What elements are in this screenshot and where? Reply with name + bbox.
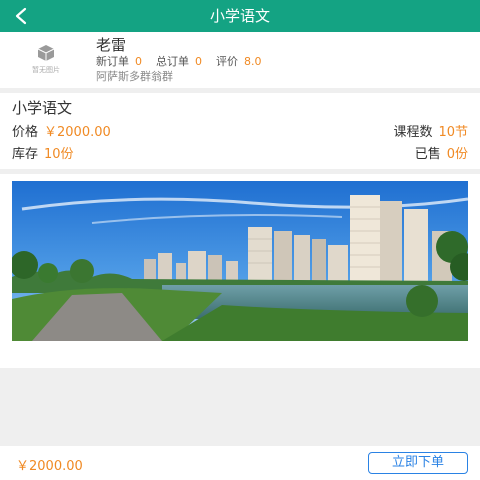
cityscape-image <box>12 181 468 341</box>
sold-value: 0份 <box>446 147 468 162</box>
bottom-bar: ￥2000.00 立即下单 <box>0 446 480 480</box>
top-bar: 小学语文 <box>0 0 480 32</box>
course-image <box>12 181 468 341</box>
price-row: 价格 ￥2000.00 课程数 10节 <box>12 121 468 140</box>
shop-stats: 新订单 0 总订单 0 评价 8.0 <box>96 53 276 69</box>
rating-value: 8.0 <box>244 55 262 68</box>
page-title: 小学语文 <box>209 7 270 25</box>
shop-logo: 暂无图片 <box>26 41 66 79</box>
shop-card[interactable]: 暂无图片 老雷 新订单 0 总订单 0 评价 8.0 阿萨斯多群翁群 <box>0 32 480 88</box>
order-now-button[interactable]: 立即下单 <box>368 452 468 474</box>
total-orders-label: 总订单 <box>156 55 189 68</box>
stock-label: 库存 <box>12 147 39 162</box>
new-orders-count: 0 <box>135 55 142 68</box>
shop-name: 老雷 <box>96 36 127 54</box>
total-orders-count: 0 <box>195 55 202 68</box>
price-label: 价格 <box>12 125 39 140</box>
placeholder-image-icon <box>37 45 55 61</box>
price-value: ￥2000.00 <box>44 125 111 140</box>
logo-placeholder-text: 暂无图片 <box>32 66 60 74</box>
course-title: 小学语文 <box>12 99 73 117</box>
stock-value: 10份 <box>44 147 74 162</box>
course-media <box>0 174 480 368</box>
rating-label: 评价 <box>216 55 238 68</box>
lessons-value: 10节 <box>438 125 468 140</box>
lessons-label: 课程数 <box>393 125 433 140</box>
new-orders-label: 新订单 <box>96 55 129 68</box>
sold-label: 已售 <box>414 147 441 162</box>
shop-address: 阿萨斯多群翁群 <box>96 70 173 83</box>
footer-price: ￥2000.00 <box>16 459 83 474</box>
stock-row: 库存 10份 已售 0份 <box>12 143 468 162</box>
course-info: 小学语文 价格 ￥2000.00 课程数 10节 库存 10份 已售 0份 <box>0 93 480 169</box>
